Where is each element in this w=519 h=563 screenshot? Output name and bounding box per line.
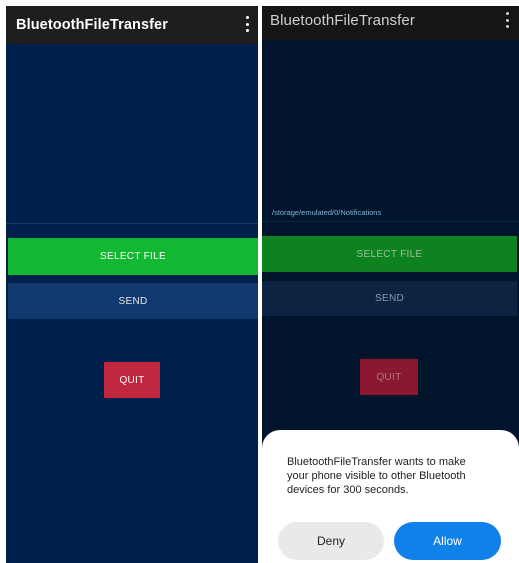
dialog-message: BluetoothFileTransfer wants to make your…	[287, 456, 466, 496]
send-button[interactable]: SEND	[8, 283, 258, 319]
send-button[interactable]: SEND	[262, 281, 517, 316]
more-vert-icon[interactable]	[504, 12, 510, 28]
allow-button[interactable]: Allow	[394, 522, 501, 560]
app-bar: BluetoothFileTransfer	[262, 6, 519, 40]
bluetooth-visibility-dialog: BluetoothFileTransfer wants to make your…	[262, 430, 519, 563]
right-phone-screen: BluetoothFileTransfer /storage/emulated/…	[262, 6, 519, 563]
quit-button[interactable]: QUIT	[360, 359, 418, 395]
app-bar: BluetoothFileTransfer	[6, 6, 258, 44]
more-vert-icon[interactable]	[244, 16, 250, 32]
app-title: BluetoothFileTransfer	[270, 11, 415, 29]
file-path-underline	[262, 221, 519, 222]
app-title: BluetoothFileTransfer	[16, 17, 168, 33]
file-path-underline	[6, 223, 258, 224]
left-phone-screen: BluetoothFileTransfer SELECT FILE SEND Q…	[6, 6, 258, 563]
select-file-button[interactable]: SELECT FILE	[8, 238, 258, 275]
quit-button[interactable]: QUIT	[104, 362, 160, 398]
file-path-text: /storage/emulated/0/Notifications	[272, 208, 382, 217]
select-file-button[interactable]: SELECT FILE	[262, 236, 517, 272]
deny-button[interactable]: Deny	[278, 522, 384, 560]
